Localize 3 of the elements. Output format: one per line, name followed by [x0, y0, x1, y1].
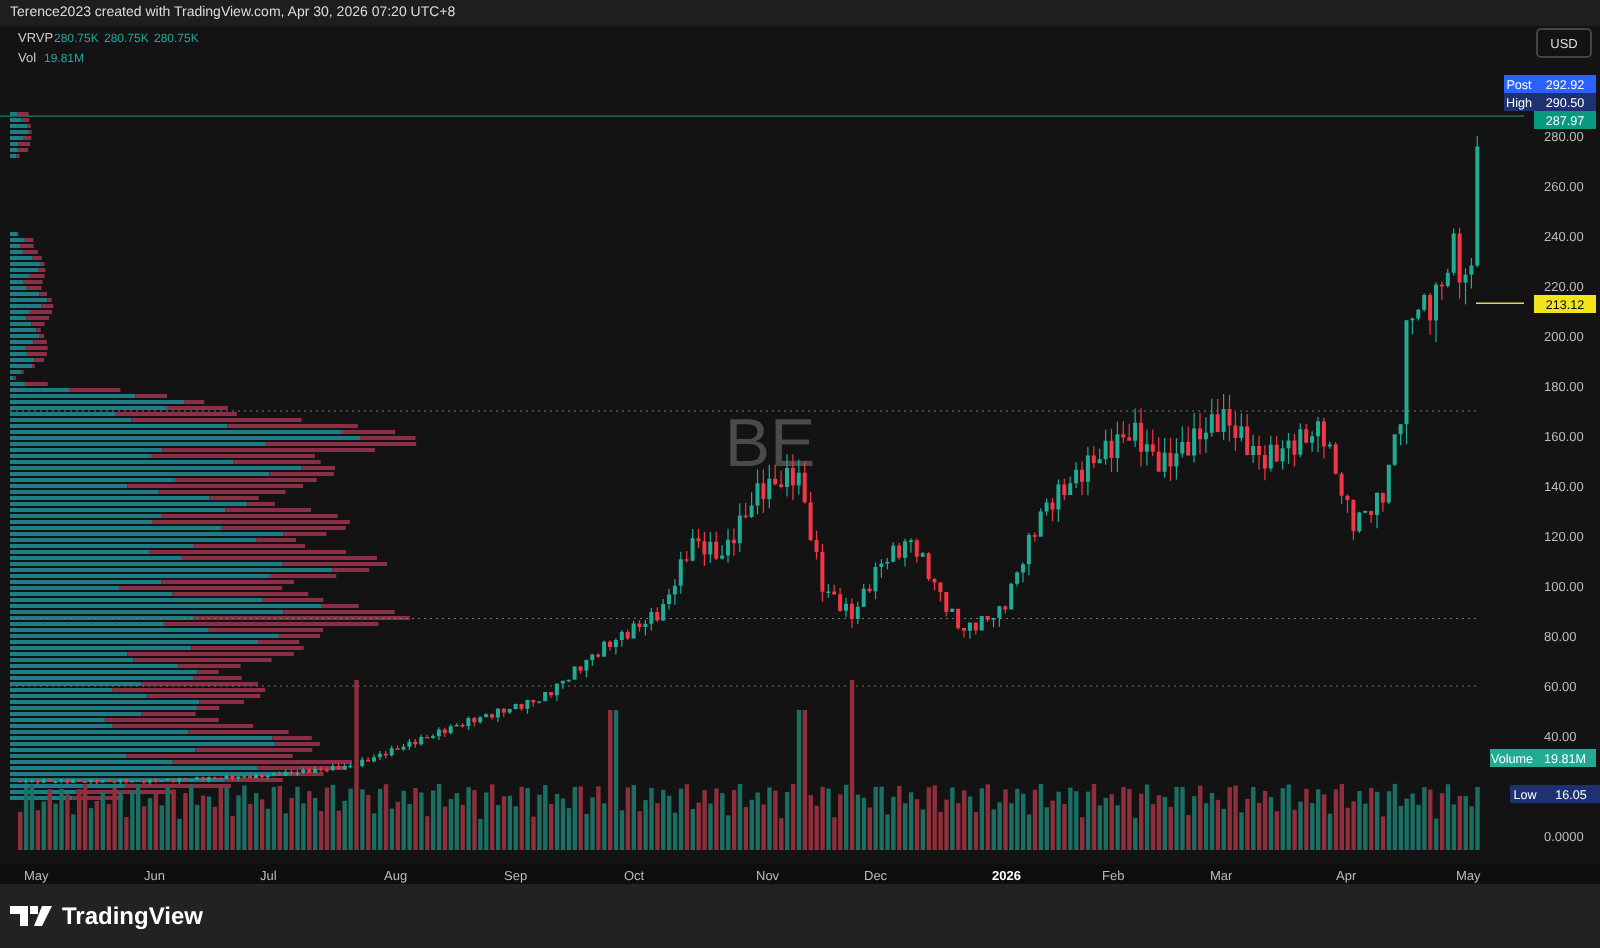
logo-text: TradingView	[62, 900, 203, 934]
logo-icon	[10, 906, 54, 926]
price-level-line	[1475, 302, 1525, 304]
